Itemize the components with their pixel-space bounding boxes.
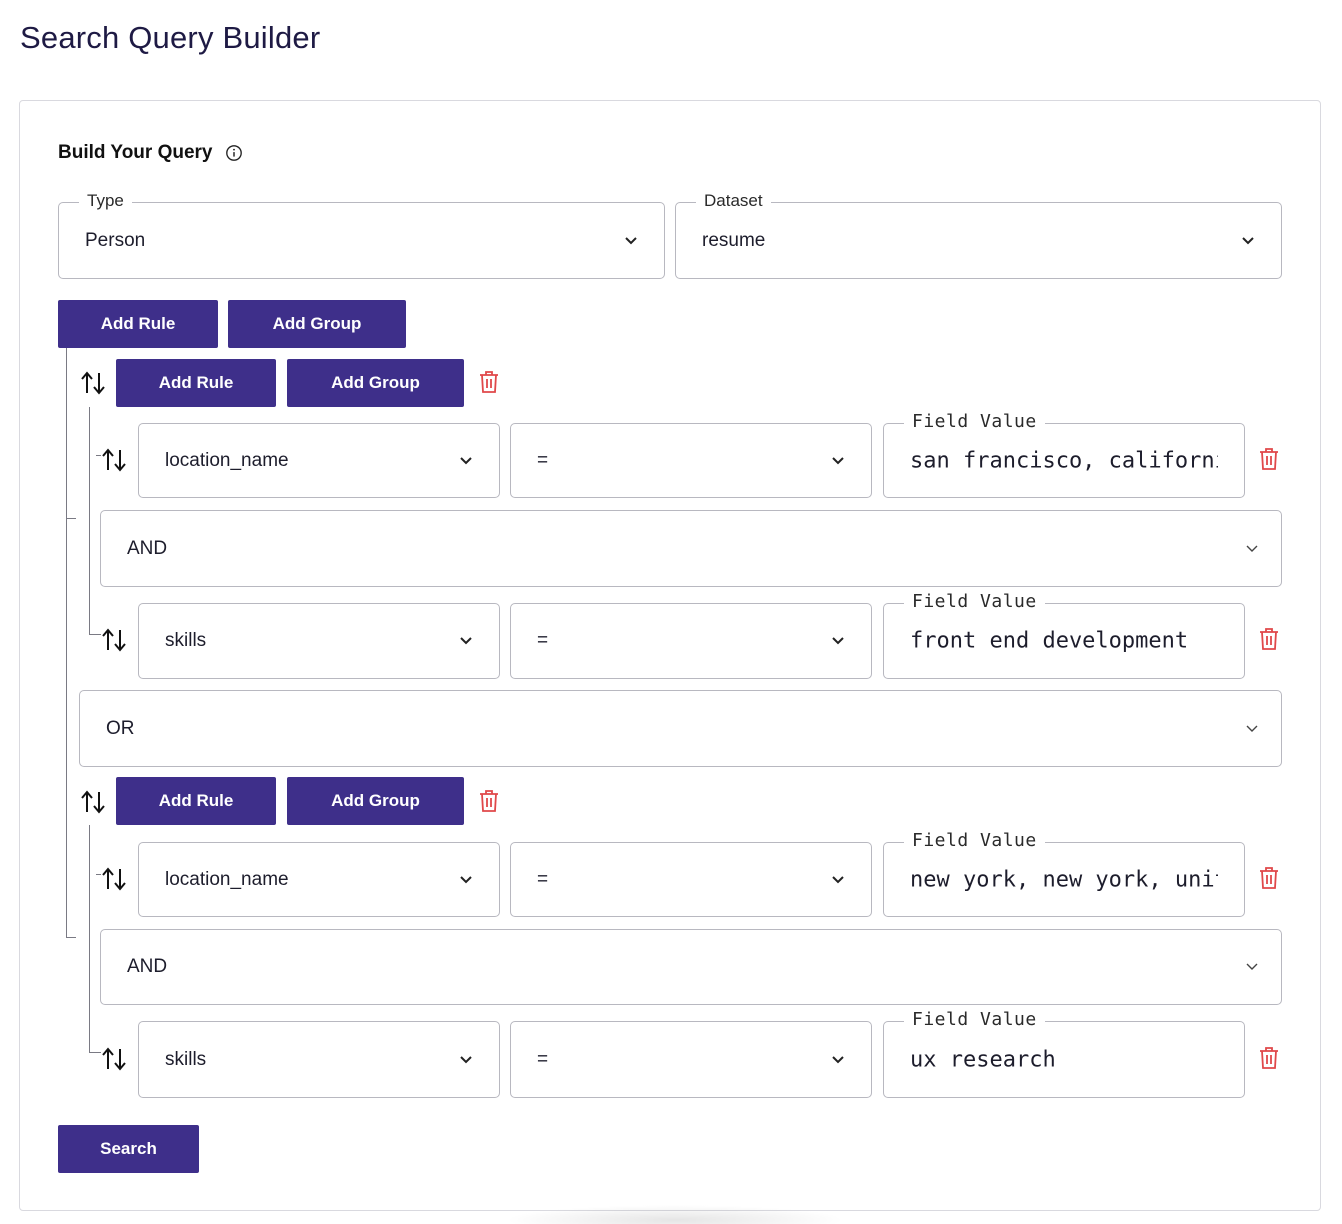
field-select[interactable]: location_name bbox=[138, 423, 500, 498]
trash-icon[interactable] bbox=[478, 370, 500, 394]
field-value-text: san francisco, california, united states bbox=[910, 448, 1218, 473]
operator-value: = bbox=[537, 1048, 549, 1070]
field-select[interactable]: skills bbox=[138, 603, 500, 679]
trash-icon[interactable] bbox=[1258, 1046, 1280, 1070]
dataset-select[interactable]: Dataset resume bbox=[675, 191, 1282, 279]
info-icon[interactable] bbox=[225, 144, 243, 162]
section-heading-label: Build Your Query bbox=[58, 142, 213, 163]
field-value-text: ux research bbox=[910, 1047, 1056, 1072]
dataset-value: resume bbox=[702, 229, 766, 251]
root-tree-line bbox=[66, 937, 76, 938]
chevron-down-icon bbox=[460, 637, 472, 645]
root-combinator-value: OR bbox=[106, 717, 135, 739]
chevron-down-icon bbox=[1246, 725, 1258, 732]
field-value: location_name bbox=[165, 868, 289, 890]
chevron-down-icon bbox=[625, 236, 637, 244]
field-value: skills bbox=[165, 630, 207, 651]
chevron-down-icon bbox=[460, 875, 472, 883]
field-value-input[interactable]: Field Value ux research bbox=[883, 1010, 1245, 1098]
operator-select[interactable]: = bbox=[510, 603, 872, 679]
bottom-shadow bbox=[505, 1205, 845, 1224]
sort-arrows-icon[interactable] bbox=[101, 447, 127, 473]
field-value-text: front end development bbox=[910, 628, 1189, 654]
root-combinator-select[interactable]: OR bbox=[79, 690, 1282, 767]
trash-icon[interactable] bbox=[478, 789, 500, 813]
field-value-label: Field Value bbox=[904, 412, 1045, 432]
root-add-group-button[interactable]: Add Group bbox=[228, 300, 406, 348]
root-tree-line bbox=[66, 348, 67, 938]
field-value-input[interactable]: Field Value front end development bbox=[883, 592, 1245, 679]
operator-select[interactable]: = bbox=[510, 423, 872, 498]
field-value: skills bbox=[165, 1048, 207, 1070]
group2-add-group-button[interactable]: Add Group bbox=[287, 777, 464, 825]
trash-icon[interactable] bbox=[1258, 627, 1280, 651]
type-select[interactable]: Type Person bbox=[58, 191, 665, 279]
chevron-down-icon bbox=[1246, 545, 1258, 552]
chevron-down-icon bbox=[1246, 963, 1258, 970]
sort-arrows-icon[interactable] bbox=[80, 370, 106, 396]
operator-value: = bbox=[537, 868, 549, 890]
group1-tree-line bbox=[89, 634, 101, 635]
field-select[interactable]: location_name bbox=[138, 842, 500, 917]
chevron-down-icon bbox=[832, 875, 844, 883]
trash-icon[interactable] bbox=[1258, 866, 1280, 890]
field-value-text: new york, new york, united states bbox=[910, 867, 1218, 892]
chevron-down-icon bbox=[460, 1055, 472, 1063]
sort-arrows-icon[interactable] bbox=[101, 627, 127, 653]
root-add-rule-button[interactable]: Add Rule bbox=[58, 300, 218, 348]
group1-tree-line bbox=[89, 407, 90, 635]
group2-tree-line bbox=[89, 825, 90, 1053]
combinator-select[interactable]: AND bbox=[100, 510, 1282, 587]
section-heading: Build Your Query bbox=[58, 142, 243, 164]
chevron-down-icon bbox=[832, 637, 844, 645]
search-button[interactable]: Search bbox=[58, 1125, 199, 1173]
combinator-value: AND bbox=[127, 537, 168, 559]
combinator-value: AND bbox=[127, 956, 168, 977]
dataset-label: Dataset bbox=[696, 191, 771, 211]
field-value-label: Field Value bbox=[904, 831, 1045, 851]
page-title: Search Query Builder bbox=[20, 20, 321, 55]
sort-arrows-icon[interactable] bbox=[80, 789, 106, 815]
combinator-select[interactable]: AND bbox=[100, 929, 1282, 1005]
field-value-input[interactable]: Field Value new york, new york, united s… bbox=[883, 831, 1245, 917]
type-label: Type bbox=[79, 191, 132, 211]
operator-select[interactable]: = bbox=[510, 842, 872, 917]
field-select[interactable]: skills bbox=[138, 1021, 500, 1098]
chevron-down-icon bbox=[460, 456, 472, 464]
group1-add-group-button[interactable]: Add Group bbox=[287, 359, 464, 407]
root-tree-line bbox=[66, 518, 76, 519]
operator-value: = bbox=[537, 449, 549, 471]
field-value-label: Field Value bbox=[904, 592, 1045, 612]
operator-select[interactable]: = bbox=[510, 1021, 872, 1098]
trash-icon[interactable] bbox=[1258, 447, 1280, 471]
group2-add-rule-button[interactable]: Add Rule bbox=[116, 777, 276, 825]
chevron-down-icon bbox=[1242, 236, 1254, 244]
group2-tree-line bbox=[89, 1052, 101, 1053]
field-value-input[interactable]: Field Value san francisco, california, u… bbox=[883, 412, 1245, 498]
operator-value: = bbox=[537, 630, 549, 651]
field-value: location_name bbox=[165, 449, 289, 471]
group1-add-rule-button[interactable]: Add Rule bbox=[116, 359, 276, 407]
chevron-down-icon bbox=[832, 456, 844, 464]
chevron-down-icon bbox=[832, 1055, 844, 1063]
type-value: Person bbox=[85, 229, 146, 251]
sort-arrows-icon[interactable] bbox=[101, 866, 127, 892]
field-value-label: Field Value bbox=[904, 1010, 1045, 1030]
sort-arrows-icon[interactable] bbox=[101, 1046, 127, 1072]
